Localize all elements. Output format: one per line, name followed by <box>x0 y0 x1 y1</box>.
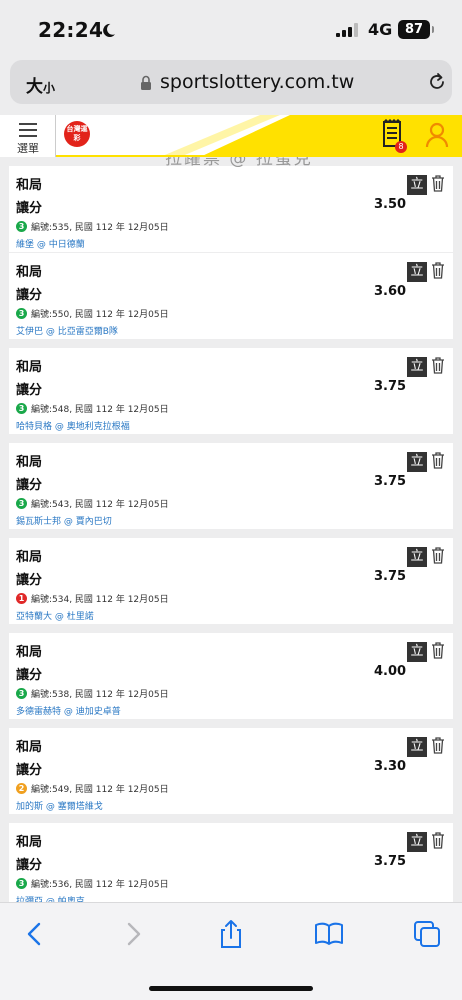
user-icon[interactable] <box>425 122 449 148</box>
status-badge: 3 <box>16 403 27 414</box>
bet-odds: 3.30 <box>374 759 407 774</box>
bet-meta: 編號:536, 民國 112 年 12月05日 <box>31 880 169 890</box>
bet-count-badge: 8 <box>395 141 407 153</box>
bet-title: 和局 <box>16 178 43 193</box>
trash-icon[interactable] <box>431 175 445 192</box>
bet-card: 和局 讓分 4.00 3 編號:538, 民國 112 年 12月05日 多德雷… <box>9 633 453 719</box>
bet-meta: 編號:543, 民國 112 年 12月05日 <box>31 500 169 510</box>
bet-type: 讓分 <box>16 668 43 683</box>
match-link[interactable]: 多德雷赫特 @ 迪加史卓普 <box>16 704 121 717</box>
network-label: 4G <box>368 20 393 39</box>
bet-type: 讓分 <box>16 858 43 873</box>
bet-type: 讓分 <box>16 383 43 398</box>
bet-title: 和局 <box>16 455 43 470</box>
page-title: 拉躍票 @ 拉蜜克 <box>165 156 313 169</box>
back-icon[interactable] <box>20 919 50 949</box>
trash-icon[interactable] <box>431 262 445 279</box>
bet-title: 和局 <box>16 835 43 850</box>
trash-icon[interactable] <box>431 357 445 374</box>
match-link[interactable]: 哈特貝格 @ 奧地利克拉根福 <box>16 419 130 432</box>
bet-card: 和局 讓分 3.50 3 編號:535, 民國 112 年 12月05日 維堡 … <box>9 166 453 252</box>
status-time: 22:24 <box>38 18 104 42</box>
tabs-icon[interactable] <box>412 919 442 949</box>
bet-title: 和局 <box>16 550 43 565</box>
site-header: 選單 台灣運彩 8 <box>0 115 462 157</box>
trash-icon[interactable] <box>431 452 445 469</box>
signal-icon <box>336 23 358 37</box>
address-bar[interactable]: 大小 sportslottery.com.tw <box>10 60 452 104</box>
forward-icon[interactable] <box>118 919 148 949</box>
bet-odds: 4.00 <box>374 664 407 679</box>
url-text[interactable]: sportslottery.com.tw <box>160 71 354 93</box>
bet-card: 和局 讓分 3.60 3 編號:550, 民國 112 年 12月05日 艾伊巴… <box>9 253 453 339</box>
trash-icon[interactable] <box>431 832 445 849</box>
stand-button[interactable]: 立 <box>407 175 427 195</box>
text-size-small: 小 <box>43 81 56 95</box>
match-link[interactable]: 亞特蘭大 @ 杜里諾 <box>16 609 94 622</box>
stand-button[interactable]: 立 <box>407 357 427 377</box>
bet-meta: 編號:535, 民國 112 年 12月05日 <box>31 223 169 233</box>
bet-card: 和局 讓分 3.75 1 編號:534, 民國 112 年 12月05日 亞特蘭… <box>9 538 453 624</box>
site-logo[interactable]: 台灣運彩 <box>64 121 90 147</box>
share-icon[interactable] <box>216 919 246 949</box>
trash-icon[interactable] <box>431 547 445 564</box>
status-bar: 22:24 4G 87 <box>0 0 462 56</box>
text-size-button[interactable]: 大小 <box>26 72 55 97</box>
bet-odds: 3.60 <box>374 284 407 299</box>
moon-icon <box>103 23 116 38</box>
bet-title: 和局 <box>16 645 43 660</box>
bet-card: 和局 讓分 3.75 3 編號:548, 民國 112 年 12月05日 哈特貝… <box>9 348 453 434</box>
status-badge: 1 <box>16 593 27 604</box>
status-badge: 3 <box>16 498 27 509</box>
stand-button[interactable]: 立 <box>407 547 427 567</box>
bet-type: 讓分 <box>16 573 43 588</box>
bet-meta: 編號:548, 民國 112 年 12月05日 <box>31 405 169 415</box>
trash-icon[interactable] <box>431 737 445 754</box>
stand-button[interactable]: 立 <box>407 262 427 282</box>
stand-button[interactable]: 立 <box>407 832 427 852</box>
bet-meta: 編號:549, 民國 112 年 12月05日 <box>31 785 169 795</box>
bet-type: 讓分 <box>16 288 43 303</box>
bet-type: 讓分 <box>16 478 43 493</box>
bet-card: 和局 讓分 3.30 2 編號:549, 民國 112 年 12月05日 加的斯… <box>9 728 453 814</box>
bet-title: 和局 <box>16 360 43 375</box>
stand-button[interactable]: 立 <box>407 642 427 662</box>
trash-icon[interactable] <box>431 642 445 659</box>
bet-card: 和局 讓分 3.75 3 編號:536, 民國 112 年 12月05日 拉彌亞… <box>9 823 453 902</box>
hamburger-icon <box>19 123 37 137</box>
status-badge: 3 <box>16 308 27 319</box>
status-badge: 2 <box>16 783 27 794</box>
bookmarks-icon[interactable] <box>314 919 344 949</box>
bet-card: 和局 讓分 3.75 3 編號:543, 民國 112 年 12月05日 錫瓦斯… <box>9 443 453 529</box>
stand-button[interactable]: 立 <box>407 452 427 472</box>
match-link[interactable]: 維堡 @ 中日德蘭 <box>16 237 85 250</box>
status-badge: 3 <box>16 221 27 232</box>
bet-type: 讓分 <box>16 201 43 216</box>
text-size-big: 大 <box>26 77 43 97</box>
match-link[interactable]: 加的斯 @ 塞爾塔維戈 <box>16 799 103 812</box>
bet-type: 讓分 <box>16 763 43 778</box>
menu-label: 選單 <box>17 142 39 155</box>
bet-odds: 3.75 <box>374 854 407 869</box>
match-link[interactable]: 拉彌亞 @ 帕奧克 <box>16 894 85 902</box>
bet-odds: 3.50 <box>374 197 407 212</box>
bet-odds: 3.75 <box>374 569 407 584</box>
menu-button[interactable]: 選單 <box>0 115 56 157</box>
bet-odds: 3.75 <box>374 474 407 489</box>
bet-meta: 編號:550, 民國 112 年 12月05日 <box>31 310 169 320</box>
status-badge: 3 <box>16 688 27 699</box>
battery-icon: 87 <box>398 20 434 39</box>
bet-meta: 編號:534, 民國 112 年 12月05日 <box>31 595 169 605</box>
bet-odds: 3.75 <box>374 379 407 394</box>
status-badge: 3 <box>16 878 27 889</box>
reload-icon[interactable] <box>427 72 447 92</box>
bet-title: 和局 <box>16 265 43 280</box>
match-link[interactable]: 艾伊巴 @ 比亞雷亞爾B隊 <box>16 324 118 337</box>
home-indicator <box>149 986 313 991</box>
stand-button[interactable]: 立 <box>407 737 427 757</box>
match-link[interactable]: 錫瓦斯士邦 @ 賈內巴切 <box>16 514 112 527</box>
bet-title: 和局 <box>16 740 43 755</box>
lock-icon <box>141 75 151 90</box>
bet-meta: 編號:538, 民國 112 年 12月05日 <box>31 690 169 700</box>
